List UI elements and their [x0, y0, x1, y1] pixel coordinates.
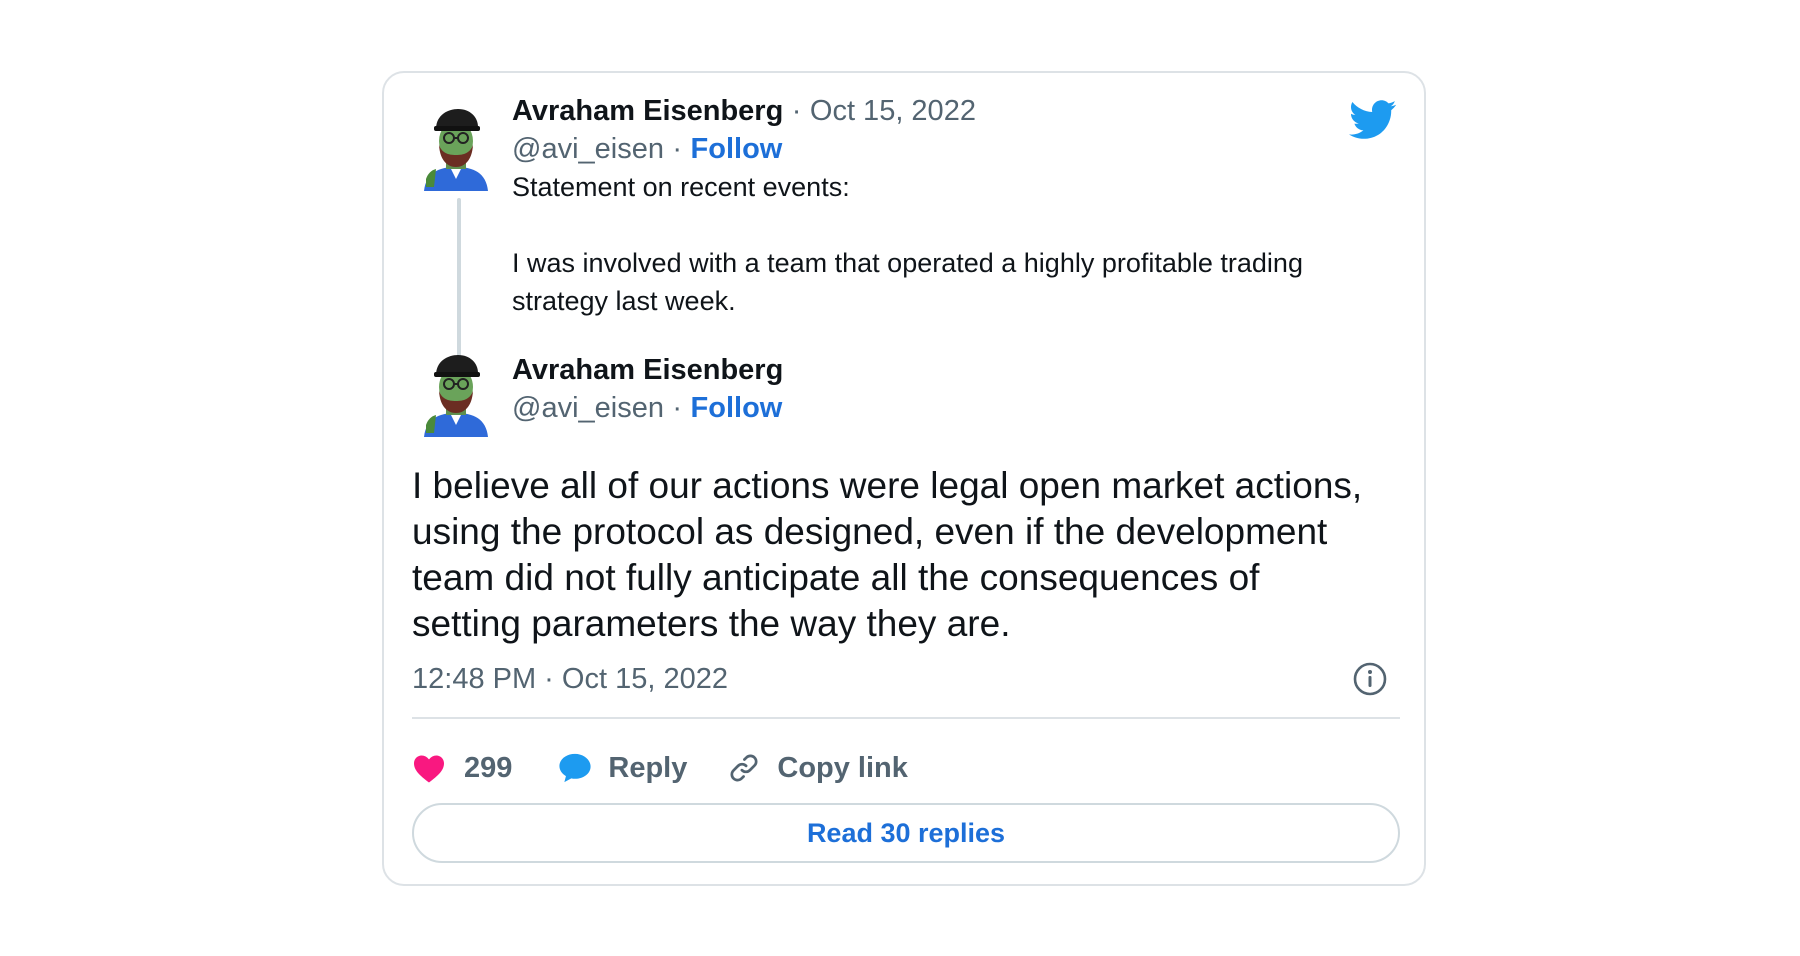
link-icon	[730, 754, 758, 782]
reply-button[interactable]: Reply	[558, 752, 687, 785]
follow-button[interactable]: Follow	[691, 133, 783, 165]
quoted-tweet-text-line: I was involved with a team that operated…	[512, 248, 1303, 278]
avatar[interactable]	[420, 107, 492, 191]
info-icon[interactable]	[1352, 661, 1388, 697]
quoted-tweet-handle-row: @avi_eisen · Follow	[512, 131, 782, 172]
quoted-tweet-text-line: Statement on recent events:	[512, 172, 850, 202]
divider	[412, 717, 1400, 719]
action-bar: 299 Reply Copy link	[412, 743, 908, 793]
separator: ·	[672, 133, 683, 165]
author-handle[interactable]: @avi_eisen	[512, 392, 664, 424]
read-replies-label: Read 30 replies	[806, 817, 1006, 848]
copy-link-label: Copy link	[777, 751, 908, 784]
main-tweet-text: I believe all of our actions were legal …	[412, 463, 1412, 647]
twitter-bird-icon[interactable]	[1349, 100, 1397, 140]
author-name[interactable]: Avraham Eisenberg	[512, 95, 783, 127]
quoted-tweet-header: Avraham Eisenberg · Oct 15, 2022	[512, 93, 976, 134]
separator: ·	[791, 95, 802, 127]
tweet-text-line: using the protocol as designed, even if …	[412, 511, 1328, 552]
separator: ·	[672, 392, 683, 424]
main-tweet-handle-row: @avi_eisen · Follow	[512, 390, 782, 431]
tweet-date[interactable]: Oct 15, 2022	[810, 95, 976, 127]
tweet-text-line: team did not fully anticipate all the co…	[412, 557, 1260, 598]
main-tweet-header: Avraham Eisenberg	[512, 352, 783, 393]
author-name[interactable]: Avraham Eisenberg	[512, 354, 783, 386]
copy-link-button[interactable]: Copy link	[727, 751, 908, 785]
tweet-text-line: setting parameters the way they are.	[412, 603, 1011, 644]
quoted-tweet-text-line: strategy last week.	[512, 286, 736, 316]
speech-bubble-icon	[559, 753, 591, 783]
heart-icon	[414, 755, 444, 783]
like-count: 299	[464, 751, 513, 784]
like-button[interactable]: 299	[412, 752, 512, 785]
tweet-text-line: I believe all of our actions were legal …	[412, 465, 1363, 506]
author-handle[interactable]: @avi_eisen	[512, 133, 664, 165]
follow-button[interactable]: Follow	[691, 392, 783, 424]
embedded-tweet-card: Avraham Eisenberg · Oct 15, 2022 @avi_ei…	[382, 71, 1426, 886]
read-replies-button[interactable]: Read 30 replies	[412, 803, 1400, 863]
avatar[interactable]	[420, 353, 492, 437]
reply-label: Reply	[608, 751, 688, 784]
tweet-timestamp[interactable]: 12:48 PM · Oct 15, 2022	[412, 661, 728, 697]
